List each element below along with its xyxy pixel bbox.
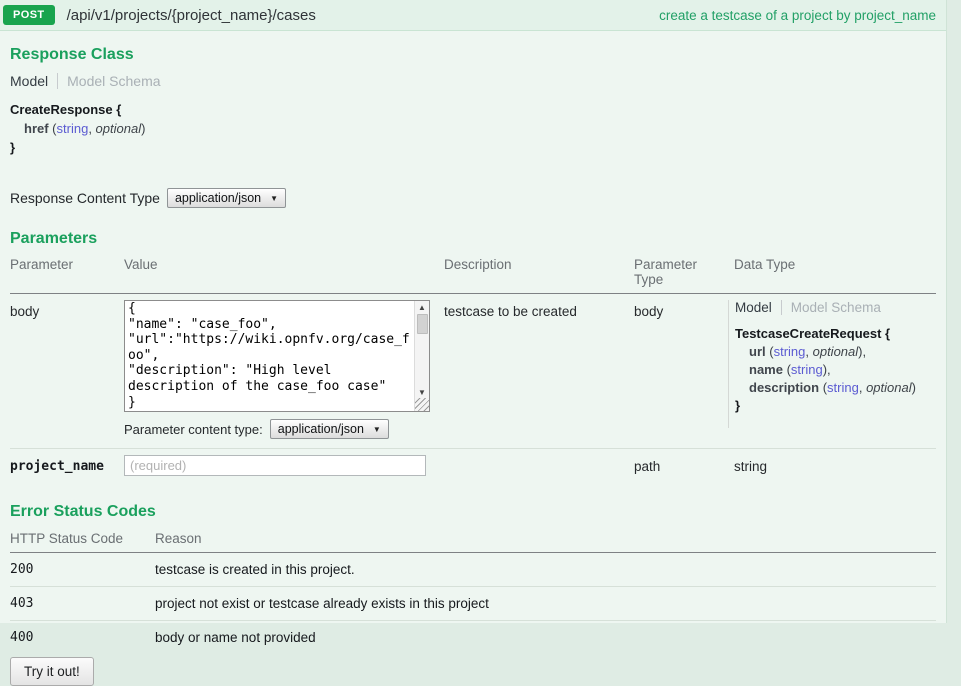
scroll-down-icon[interactable]: ▼ (418, 388, 426, 397)
property-punct: ), (858, 344, 866, 359)
error-codes-table-header: HTTP Status Code Reason (10, 523, 936, 553)
data-type-tabs: Model Model Schema (735, 300, 936, 315)
body-parameter-textarea[interactable]: { "name": "case_foo", "url":"https://wik… (125, 301, 429, 411)
response-class-tabs: Model Model Schema (10, 73, 936, 89)
selected-content-type: application/json (175, 191, 261, 205)
tab-model-schema[interactable]: Model Schema (58, 73, 160, 89)
column-header-reason: Reason (155, 531, 936, 546)
signature-property: description (string, optional) (735, 379, 936, 397)
property-type-link[interactable]: string (827, 380, 859, 395)
property-name: name (749, 362, 783, 377)
parameter-data-type: string (728, 455, 936, 474)
body-textarea-wrap: { "name": "case_foo", "url":"https://wik… (124, 300, 430, 412)
response-class-signature: CreateResponse { href (string, optional)… (10, 100, 936, 157)
property-punct: ( (819, 380, 827, 395)
property-punct: ( (766, 344, 774, 359)
parameter-value-cell (124, 455, 444, 476)
endpoint-summary-link[interactable]: create a testcase of a project by projec… (659, 8, 936, 23)
status-reason: project not exist or testcase already ex… (155, 596, 936, 611)
error-code-row: 403 project not exist or testcase alread… (10, 587, 936, 621)
parameter-value-cell: { "name": "case_foo", "url":"https://wik… (124, 300, 444, 439)
response-content-type-label: Response Content Type (10, 190, 160, 206)
parameter-row-project-name: project_name path string (10, 449, 936, 485)
property-flag: optional (866, 380, 912, 395)
property-punct: ) (912, 380, 916, 395)
status-reason: body or name not provided (155, 630, 936, 645)
endpoint-path[interactable]: /api/v1/projects/{project_name}/cases (67, 7, 316, 24)
parameter-name: body (10, 300, 124, 319)
scrollbar-thumb[interactable] (417, 314, 428, 334)
signature-close: } (10, 138, 936, 157)
column-header-data-type: Data Type (728, 257, 936, 287)
parameter-content-type-label: Parameter content type: (124, 422, 263, 437)
endpoint-header[interactable]: POST /api/v1/projects/{project_name}/cas… (0, 0, 946, 31)
project-name-input[interactable] (124, 455, 426, 476)
parameter-name: project_name (10, 455, 124, 474)
signature-property: url (string, optional), (735, 343, 936, 361)
status-reason: testcase is created in this project. (155, 562, 936, 577)
dropdown-arrow-icon: ▼ (373, 425, 381, 434)
property-name: href (24, 121, 49, 136)
textarea-scrollbar[interactable]: ▲ ▼ (414, 301, 429, 411)
signature-close: } (735, 397, 936, 415)
tab-model[interactable]: Model (735, 300, 782, 315)
property-punct: , (805, 344, 812, 359)
signature-property: name (string), (735, 361, 936, 379)
property-type-link[interactable]: string (774, 344, 806, 359)
property-punct: ( (783, 362, 791, 377)
error-code-row: 200 testcase is created in this project. (10, 553, 936, 587)
signature-open: CreateResponse { (10, 100, 936, 119)
error-code-row: 400 body or name not provided (10, 621, 936, 654)
property-punct: , (88, 121, 95, 136)
scroll-up-icon[interactable]: ▲ (418, 303, 426, 312)
status-code: 400 (10, 630, 155, 645)
property-punct: ) (141, 121, 145, 136)
dropdown-arrow-icon: ▼ (270, 194, 278, 203)
response-content-type-row: Response Content Type application/json ▼ (10, 188, 936, 208)
property-flag: optional (96, 121, 142, 136)
property-punct: , (859, 380, 866, 395)
property-flag: optional (813, 344, 859, 359)
signature-property: href (string, optional) (10, 119, 936, 138)
property-name: description (749, 380, 819, 395)
response-content-type-select[interactable]: application/json ▼ (167, 188, 286, 208)
column-header-value: Value (124, 257, 444, 287)
parameter-description (444, 455, 634, 459)
selected-parameter-content-type: application/json (278, 422, 364, 436)
api-operation-panel: POST /api/v1/projects/{project_name}/cas… (0, 0, 947, 623)
try-it-out-button[interactable]: Try it out! (10, 657, 94, 686)
parameter-content-type-row: Parameter content type: application/json… (124, 419, 444, 439)
parameter-data-type-cell: Model Model Schema TestcaseCreateRequest… (728, 300, 936, 428)
column-header-description: Description (444, 257, 634, 287)
parameter-type: body (634, 300, 728, 319)
error-status-codes-title: Error Status Codes (10, 503, 936, 521)
resize-grip[interactable] (415, 398, 429, 411)
parameter-row-body: body { "name": "case_foo", "url":"https:… (10, 294, 936, 449)
property-type-link[interactable]: string (791, 362, 823, 377)
property-punct: ( (49, 121, 57, 136)
property-name: url (749, 344, 766, 359)
parameter-description: testcase to be created (444, 300, 634, 319)
status-code: 403 (10, 596, 155, 611)
status-code: 200 (10, 562, 155, 577)
parameter-type: path (634, 455, 728, 474)
column-header-parameter: Parameter (10, 257, 124, 287)
property-type-link[interactable]: string (57, 121, 89, 136)
parameter-content-type-select[interactable]: application/json ▼ (270, 419, 389, 439)
parameters-title: Parameters (10, 230, 936, 248)
column-header-parameter-type: Parameter Type (634, 257, 728, 287)
column-header-http-status-code: HTTP Status Code (10, 531, 155, 546)
response-class-title: Response Class (10, 46, 936, 64)
parameters-table-header: Parameter Value Description Parameter Ty… (10, 250, 936, 294)
tab-model-schema[interactable]: Model Schema (782, 300, 881, 315)
http-method-badge: POST (3, 5, 55, 25)
tab-model[interactable]: Model (10, 73, 58, 89)
data-type-signature: TestcaseCreateRequest { url (string, opt… (735, 325, 936, 415)
signature-open: TestcaseCreateRequest { (735, 325, 936, 343)
property-punct: ), (823, 362, 831, 377)
